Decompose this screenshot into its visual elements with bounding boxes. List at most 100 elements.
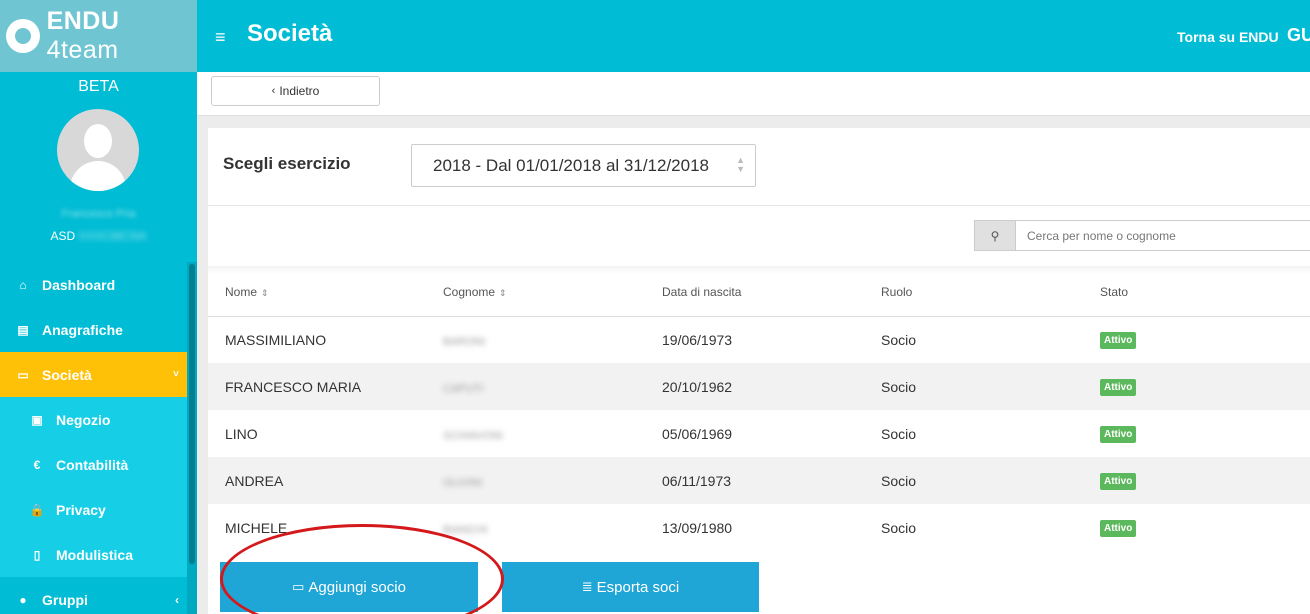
cell-stato: Attivo: [1083, 457, 1310, 504]
select-arrows-icon: ▲ ▼: [736, 155, 745, 174]
scrollbar-thumb[interactable]: [189, 264, 195, 564]
sidebar-item-anagrafiche[interactable]: ▤ Anagrafiche: [0, 307, 187, 352]
sidebar-item-gruppi[interactable]: ● Gruppi ‹: [0, 577, 187, 614]
cell-stato: Attivo: [1083, 316, 1310, 363]
brand-name: ENDU 4team: [46, 7, 120, 64]
cell-stato: Attivo: [1083, 410, 1310, 457]
file-pdf-icon: ▯: [33, 547, 41, 562]
status-badge: Attivo: [1100, 520, 1137, 537]
cell-nome: MASSIMILIANO: [208, 316, 426, 363]
status-badge: Attivo: [1100, 332, 1137, 350]
id-card-icon: ▭: [292, 579, 305, 594]
divider: [208, 205, 1310, 206]
cell-stato: Attivo: [1083, 504, 1310, 551]
sidebar-item-negozio[interactable]: ▣ Negozio: [0, 397, 187, 442]
home-icon: ⌂: [19, 277, 27, 292]
cell-nome: MICHELE: [208, 504, 426, 551]
sidebar-item-label: Negozio: [56, 411, 111, 428]
avatar: [57, 109, 139, 191]
esercizio-label: Scegli esercizio: [223, 154, 351, 173]
sidebar-item-modulistica[interactable]: ▯ Modulistica: [0, 532, 187, 577]
sidebar-scrollbar[interactable]: [187, 262, 197, 614]
table-row[interactable]: LINO SCHIAVONI 05/06/1969 Socio Attivo: [208, 410, 1310, 457]
cell-ruolo: Socio: [864, 410, 1083, 457]
column-header-nome[interactable]: Nome ⇕: [208, 268, 426, 317]
column-header-cognome[interactable]: Cognome ⇕: [426, 268, 645, 317]
export-members-label: Esporta soci: [596, 578, 680, 596]
cell-cognome: CAPUTI: [426, 363, 645, 410]
back-toolbar: ‹ Indietro: [197, 72, 1310, 116]
sidebar-item-societa[interactable]: ▭ Società ˅: [0, 352, 187, 397]
cell-data: 05/06/1969: [645, 410, 864, 457]
add-member-button[interactable]: ▭ Aggiungi socio: [220, 562, 478, 612]
avatar-body-shape: [70, 161, 126, 191]
cell-ruolo: Socio: [864, 316, 1083, 363]
user-club: ASD XXXCMCNA: [50, 229, 147, 243]
cell-cognome: OLIVINI: [426, 457, 645, 504]
cell-data: 13/09/1980: [645, 504, 864, 551]
sidebar-item-label: Dashboard: [42, 276, 116, 293]
members-panel: Scegli esercizio 2018 - Dal 01/01/2018 a…: [208, 128, 1310, 614]
top-header: ≡ Società Torna su ENDU GU: [197, 0, 1310, 72]
hamburger-menu-icon[interactable]: ≡: [215, 27, 226, 48]
cell-ruolo: Socio: [864, 504, 1083, 551]
users-icon: ●: [19, 592, 27, 607]
cell-stato: Attivo: [1083, 363, 1310, 410]
cell-cognome: BIANCHI: [426, 504, 645, 551]
table-row[interactable]: MICHELE BIANCHI 13/09/1980 Socio Attivo: [208, 504, 1310, 551]
torna-su-endu-link[interactable]: Torna su ENDU: [1177, 29, 1279, 45]
back-button-label: Indietro: [279, 84, 320, 98]
cell-cognome: BARONI: [426, 316, 645, 363]
database-icon: ≣: [581, 579, 593, 594]
column-header-data-nascita: Data di nascita: [645, 268, 864, 317]
status-badge: Attivo: [1100, 379, 1137, 396]
search-box: ⚲: [974, 220, 1310, 251]
cell-data: 06/11/1973: [645, 457, 864, 504]
export-members-button[interactable]: ≣ Esporta soci: [502, 562, 759, 612]
societa-submenu: ▣ Negozio € Contabilità 🔒 Privacy ▯ Modu…: [0, 397, 187, 577]
main-content: ‹ Indietro Scegli esercizio 2018 - Dal 0…: [197, 72, 1310, 614]
money-icon: ▣: [31, 412, 43, 427]
table-row[interactable]: ANDREA OLIVINI 06/11/1973 Socio Attivo: [208, 457, 1310, 504]
user-menu[interactable]: GU: [1287, 25, 1310, 46]
user-name: Francesco Pria: [61, 208, 136, 220]
column-header-ruolo: Ruolo: [864, 268, 1083, 317]
sidebar-menu: ⌂ Dashboard ▤ Anagrafiche ▭ Società ˅ ▣ …: [0, 262, 187, 614]
sidebar-item-label: Gruppi: [42, 591, 88, 608]
sidebar-item-label: Contabilità: [56, 456, 129, 473]
sidebar-item-dashboard[interactable]: ⌂ Dashboard: [0, 262, 187, 307]
sidebar-item-label: Privacy: [56, 501, 106, 518]
chevron-left-icon: ‹: [175, 592, 179, 607]
cell-data: 19/06/1973: [645, 316, 864, 363]
cell-nome: FRANCESCO MARIA: [208, 363, 426, 410]
back-button[interactable]: ‹ Indietro: [211, 76, 380, 106]
sort-icon[interactable]: ⇕: [499, 288, 507, 298]
column-header-stato: Stato: [1083, 268, 1310, 317]
sort-icon[interactable]: ⇕: [261, 288, 269, 298]
sidebar-item-label: Società: [42, 366, 92, 383]
cell-nome: ANDREA: [208, 457, 426, 504]
table-row[interactable]: MASSIMILIANO BARONI 19/06/1973 Socio Att…: [208, 316, 1310, 363]
status-badge: Attivo: [1100, 473, 1137, 490]
cell-ruolo: Socio: [864, 363, 1083, 410]
brand-logo-area[interactable]: ENDU 4team: [0, 0, 197, 72]
esercizio-selected-value: 2018 - Dal 01/01/2018 al 31/12/2018: [433, 155, 710, 175]
table-header-row: Nome ⇕ Cognome ⇕ Data di nascita Ruolo Sta…: [208, 268, 1310, 317]
status-badge: Attivo: [1100, 426, 1137, 443]
sidebar-item-label: Modulistica: [56, 546, 134, 563]
sidebar-item-contabilita[interactable]: € Contabilità: [0, 442, 187, 487]
esercizio-select[interactable]: 2018 - Dal 01/01/2018 al 31/12/2018 ▲ ▼: [411, 144, 756, 187]
search-input[interactable]: [1016, 221, 1306, 250]
avatar-head-shape: [84, 124, 112, 158]
cell-nome: LINO: [208, 410, 426, 457]
lock-icon: 🔒: [29, 502, 45, 517]
page-title: Società: [247, 20, 333, 47]
endu-logo-icon: [6, 19, 40, 53]
table-row[interactable]: FRANCESCO MARIA CAPUTI 20/10/1962 Socio …: [208, 363, 1310, 410]
members-table: Nome ⇕ Cognome ⇕ Data di nascita Ruolo Sta…: [208, 268, 1310, 551]
search-icon[interactable]: ⚲: [975, 221, 1016, 250]
cell-ruolo: Socio: [864, 457, 1083, 504]
chevron-left-icon: ‹: [271, 85, 276, 97]
sidebar-item-privacy[interactable]: 🔒 Privacy: [0, 487, 187, 532]
sidebar-item-label: Anagrafiche: [42, 321, 123, 338]
